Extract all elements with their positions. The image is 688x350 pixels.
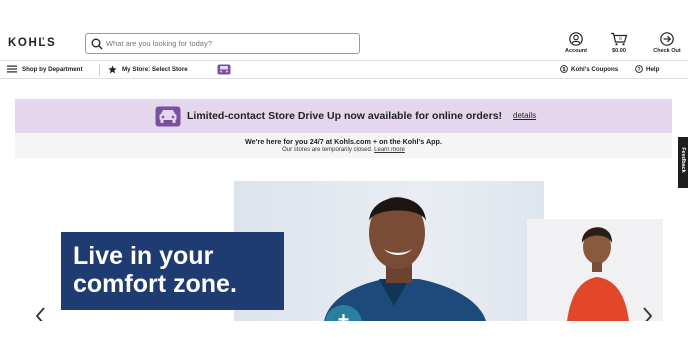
hero-headline-card[interactable]: Live in your comfort zone. xyxy=(61,232,284,310)
account-icon xyxy=(569,32,583,46)
hamburger-menu-icon xyxy=(7,65,17,73)
star-icon xyxy=(108,65,117,74)
notice-subline-text: Our stores are temporarily closed. xyxy=(282,147,373,153)
kohls-coupons-label: Kohl's Coupons xyxy=(571,66,619,73)
arrow-right-circle-icon xyxy=(660,32,674,46)
search-bar[interactable] xyxy=(85,33,360,54)
coupon-icon: $ xyxy=(560,65,568,73)
svg-text:?: ? xyxy=(637,67,640,73)
subnav-divider xyxy=(99,64,100,76)
kohls-coupons-link[interactable]: $ Kohl's Coupons xyxy=(560,65,619,73)
account-button[interactable]: Account xyxy=(556,32,596,54)
drive-up-promo-banner: Limited-contact Store Drive Up now avail… xyxy=(15,99,672,133)
my-store-label: My Store: Select Store xyxy=(122,66,188,73)
promo-details-link[interactable]: details xyxy=(513,111,536,120)
checkout-button[interactable]: Check Out xyxy=(647,32,687,54)
car-icon xyxy=(217,64,231,75)
notice-subline: Our stores are temporarily closed. Learn… xyxy=(15,147,672,153)
cart-count: 0 xyxy=(619,36,622,41)
car-icon xyxy=(155,106,181,127)
help-label: Help xyxy=(646,66,660,73)
search-icon xyxy=(91,38,103,50)
cart-button[interactable]: 0 $0.00 xyxy=(599,32,639,54)
my-store-button[interactable]: My Store: Select Store xyxy=(108,65,188,74)
feedback-label: Feedback xyxy=(680,147,686,173)
sub-navigation: Shop by Department My Store: Select Stor… xyxy=(0,60,688,79)
hero-headline: Live in your comfort zone. xyxy=(73,242,237,298)
question-circle-icon: ? xyxy=(635,65,643,73)
learn-more-link[interactable]: Learn more xyxy=(374,147,405,153)
site-header: KOHĽS Account 0 $0.00 xyxy=(0,22,688,62)
feedback-tab[interactable]: Feedback xyxy=(678,137,688,188)
notice-headline: We're here for you 24/7 at Kohls.com + o… xyxy=(245,137,442,146)
search-input[interactable] xyxy=(106,36,351,51)
promo-message: Limited-contact Store Drive Up now avail… xyxy=(187,110,503,122)
store-notice: We're here for you 24/7 at Kohls.com + o… xyxy=(15,133,672,158)
cart-total: $0.00 xyxy=(612,48,626,54)
account-label: Account xyxy=(565,48,587,54)
shop-by-department-button[interactable]: Shop by Department xyxy=(7,65,83,73)
checkout-label: Check Out xyxy=(653,48,681,54)
shop-by-department-label: Shop by Department xyxy=(22,66,83,73)
page-bottom-area xyxy=(0,321,688,350)
shopping-cart-icon: 0 xyxy=(611,32,628,46)
page: KOHĽS Account 0 $0.00 xyxy=(0,0,688,350)
svg-text:$: $ xyxy=(563,67,566,73)
help-link[interactable]: ? Help xyxy=(635,65,660,73)
kohls-logo[interactable]: KOHĽS xyxy=(8,37,56,49)
